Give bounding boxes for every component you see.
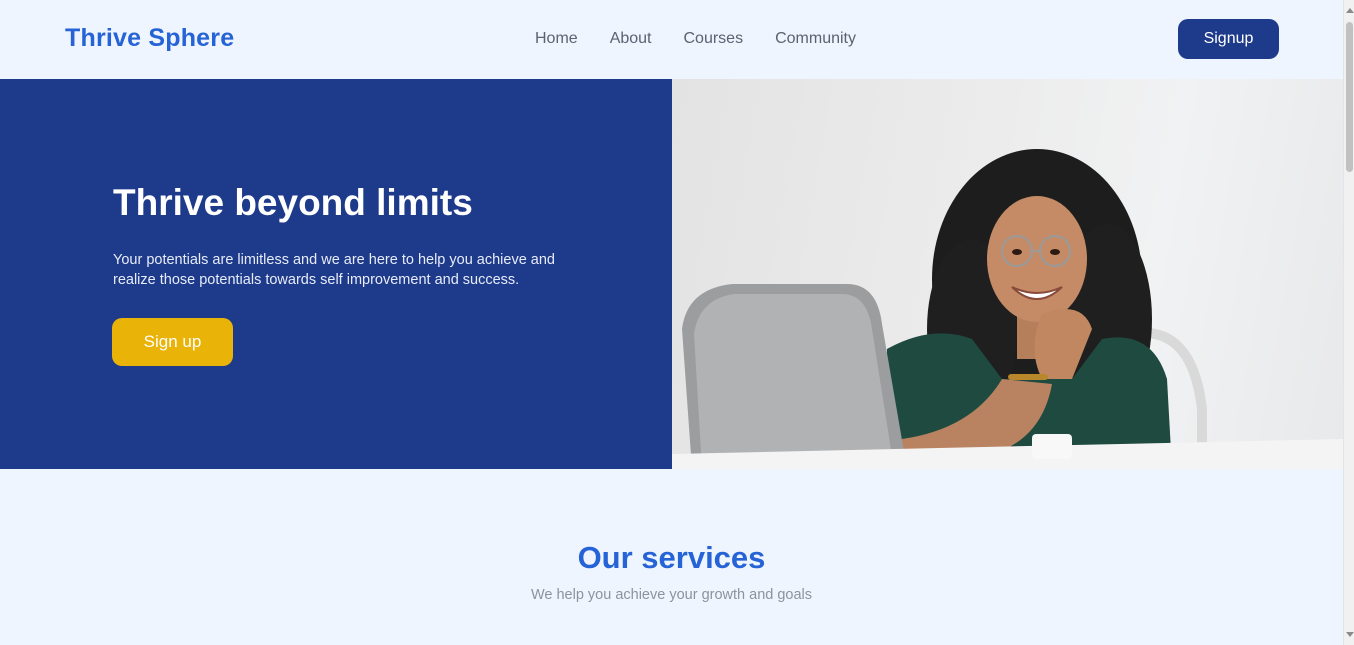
hero-description: Your potentials are limitless and we are… xyxy=(113,252,555,288)
main-nav: Home About Courses Community xyxy=(535,30,888,48)
nav-home[interactable]: Home xyxy=(535,30,578,48)
nav-community[interactable]: Community xyxy=(775,30,856,48)
scroll-up-arrow-icon[interactable] xyxy=(1346,8,1354,13)
vertical-scrollbar[interactable] xyxy=(1343,0,1354,645)
hero-signup-button[interactable]: Sign up xyxy=(112,318,233,366)
hero-title: Thrive beyond limits xyxy=(113,182,473,223)
page: Thrive Sphere Home About Courses Communi… xyxy=(0,0,1343,645)
site-logo[interactable]: Thrive Sphere xyxy=(65,24,234,53)
site-header: Thrive Sphere Home About Courses Communi… xyxy=(0,0,1343,79)
hero-panel: Thrive beyond limits Your potentials are… xyxy=(0,79,672,469)
services-subtitle: We help you achieve your growth and goal… xyxy=(530,587,813,603)
nav-about[interactable]: About xyxy=(610,30,652,48)
scrollbar-thumb[interactable] xyxy=(1346,22,1353,172)
hero-image xyxy=(672,79,1343,469)
hero-photo-illustration xyxy=(672,149,1343,469)
scroll-down-arrow-icon[interactable] xyxy=(1346,632,1354,637)
services-title: Our services xyxy=(577,540,766,575)
nav-courses[interactable]: Courses xyxy=(684,30,744,48)
header-signup-button[interactable]: Signup xyxy=(1178,19,1279,59)
